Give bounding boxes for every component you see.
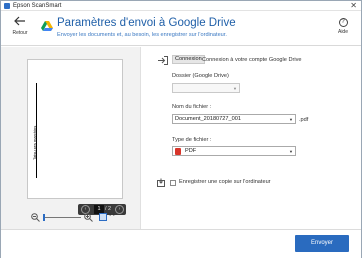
preview-text: Tatsu xes marchins <box>32 125 37 160</box>
filetype-select[interactable]: PDF ▼ <box>172 146 296 156</box>
help-button[interactable]: ? Aide <box>335 18 351 35</box>
save-to-computer-icon <box>157 178 167 189</box>
filename-value: Document_20180727_001 <box>175 116 241 122</box>
save-copy-label[interactable]: Enregistrer une copie sur l'ordinateur <box>179 179 271 185</box>
zoom-slider-thumb[interactable] <box>43 214 45 221</box>
title-bar: Epson ScanSmart ✕ <box>1 1 361 11</box>
zoom-in-icon[interactable] <box>84 213 93 224</box>
page-preview: Tatsu xes marchins ‹ 1 / 2 › <box>27 59 126 215</box>
chevron-down-icon[interactable]: ▼ <box>289 116 293 124</box>
window-title: Epson ScanSmart <box>13 3 62 9</box>
filetype-value: PDF <box>185 148 197 154</box>
chevron-down-icon: ▼ <box>289 149 293 154</box>
fit-page-icon[interactable] <box>99 213 107 221</box>
filename-input[interactable]: Document_20180727_001 ▼ <box>172 114 296 124</box>
back-button[interactable]: Retour <box>9 16 31 42</box>
connection-button[interactable]: Connexion <box>172 55 205 64</box>
zoom-slider[interactable] <box>43 217 81 218</box>
save-copy-checkbox[interactable] <box>170 180 176 186</box>
header: Retour Paramètres d'envoi à Google Drive… <box>1 12 361 46</box>
zoom-bar: •• <box>29 212 129 224</box>
back-label: Retour <box>12 30 28 36</box>
page-subtitle: Envoyer les documents et, au besoin, les… <box>57 32 227 38</box>
preview-panel: Tatsu xes marchins ‹ 1 / 2 › •• <box>1 47 141 229</box>
help-icon: ? <box>338 18 348 27</box>
zoom-out-icon[interactable] <box>31 213 40 224</box>
folder-label: Dossier (Google Drive) <box>172 73 229 79</box>
google-drive-icon <box>41 19 53 31</box>
app-icon <box>4 3 10 9</box>
page-title: Paramètres d'envoi à Google Drive <box>57 17 236 29</box>
back-arrow-icon <box>9 16 31 29</box>
close-icon[interactable]: ✕ <box>350 1 357 11</box>
send-button[interactable]: Envoyer <box>295 235 349 252</box>
filename-label: Nom du fichier : <box>172 104 212 110</box>
file-extension: .pdf <box>299 117 309 123</box>
pdf-icon <box>175 148 181 155</box>
more-icon[interactable]: •• <box>109 212 116 219</box>
app-window: Epson ScanSmart ✕ Retour Paramètres d'en… <box>0 0 362 258</box>
chevron-down-icon: ▼ <box>233 86 237 91</box>
folder-select[interactable]: ▼ <box>172 83 240 93</box>
connection-status: Connexion à votre compte Google Drive <box>202 57 302 63</box>
filetype-label: Type de fichier : <box>172 137 212 143</box>
settings-panel: Connexion Connexion à votre compte Googl… <box>142 47 361 229</box>
login-icon <box>158 56 168 67</box>
help-label: Aide <box>337 29 348 35</box>
footer: Envoyer <box>1 229 361 258</box>
